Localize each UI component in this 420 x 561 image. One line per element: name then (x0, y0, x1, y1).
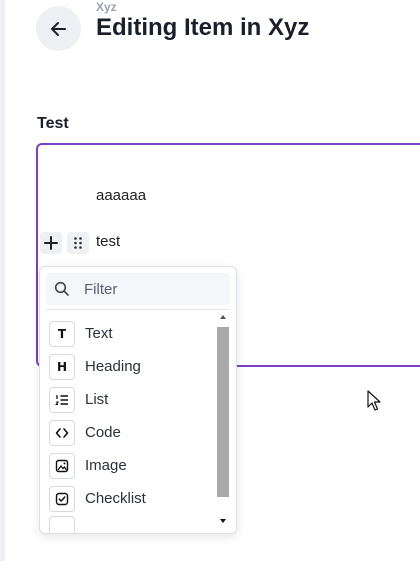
mouse-cursor-icon (367, 390, 381, 411)
drag-handle-button[interactable] (67, 232, 89, 254)
menu-item-label: Heading (85, 358, 141, 375)
menu-item-text[interactable]: T Text (40, 317, 215, 350)
list-icon (49, 386, 75, 413)
editor-paragraph[interactable]: test (96, 233, 120, 250)
image-icon (49, 452, 75, 479)
breadcrumb[interactable]: Xyz (96, 0, 117, 14)
menu-item-icon (49, 516, 75, 533)
left-rail (0, 0, 5, 561)
menu-item-label: Checklist (85, 490, 146, 507)
menu-item-label: Code (85, 424, 121, 441)
page-title: Editing Item in Xyz (96, 14, 310, 41)
arrow-left-icon (50, 21, 66, 36)
field-label: Test (37, 115, 69, 132)
add-block-button[interactable] (40, 232, 62, 254)
menu-item-label: Image (85, 457, 127, 474)
code-icon (49, 419, 75, 446)
menu-item-code[interactable]: Code (40, 416, 215, 449)
menu-scrollbar[interactable] (216, 313, 230, 525)
menu-item-image[interactable]: Image (40, 449, 215, 482)
menu-item-list[interactable]: List (40, 383, 215, 416)
heading-icon: H (49, 353, 75, 380)
filter-input[interactable] (84, 279, 224, 299)
menu-item-label: Text (85, 325, 113, 342)
menu-divider (46, 309, 230, 310)
menu-item-heading[interactable]: H Heading (40, 350, 215, 383)
editor-paragraph[interactable]: aaaaaa (96, 187, 146, 204)
menu-item-partial[interactable] (40, 515, 215, 533)
menu-item-checklist[interactable]: Checklist (40, 482, 215, 515)
block-type-menu: T Text H Heading List Code (39, 266, 237, 534)
drag-handle-icon (74, 237, 82, 249)
scroll-up-arrow-icon[interactable] (219, 313, 227, 321)
scroll-down-arrow-icon[interactable] (219, 517, 227, 525)
plus-icon (44, 236, 58, 250)
menu-item-label: List (85, 391, 109, 408)
scroll-thumb[interactable] (217, 327, 229, 497)
search-icon (54, 281, 69, 296)
back-button[interactable] (36, 6, 81, 51)
text-icon: T (49, 320, 75, 347)
menu-list: T Text H Heading List Code Image Checkli… (40, 317, 215, 533)
checklist-icon (49, 485, 75, 512)
